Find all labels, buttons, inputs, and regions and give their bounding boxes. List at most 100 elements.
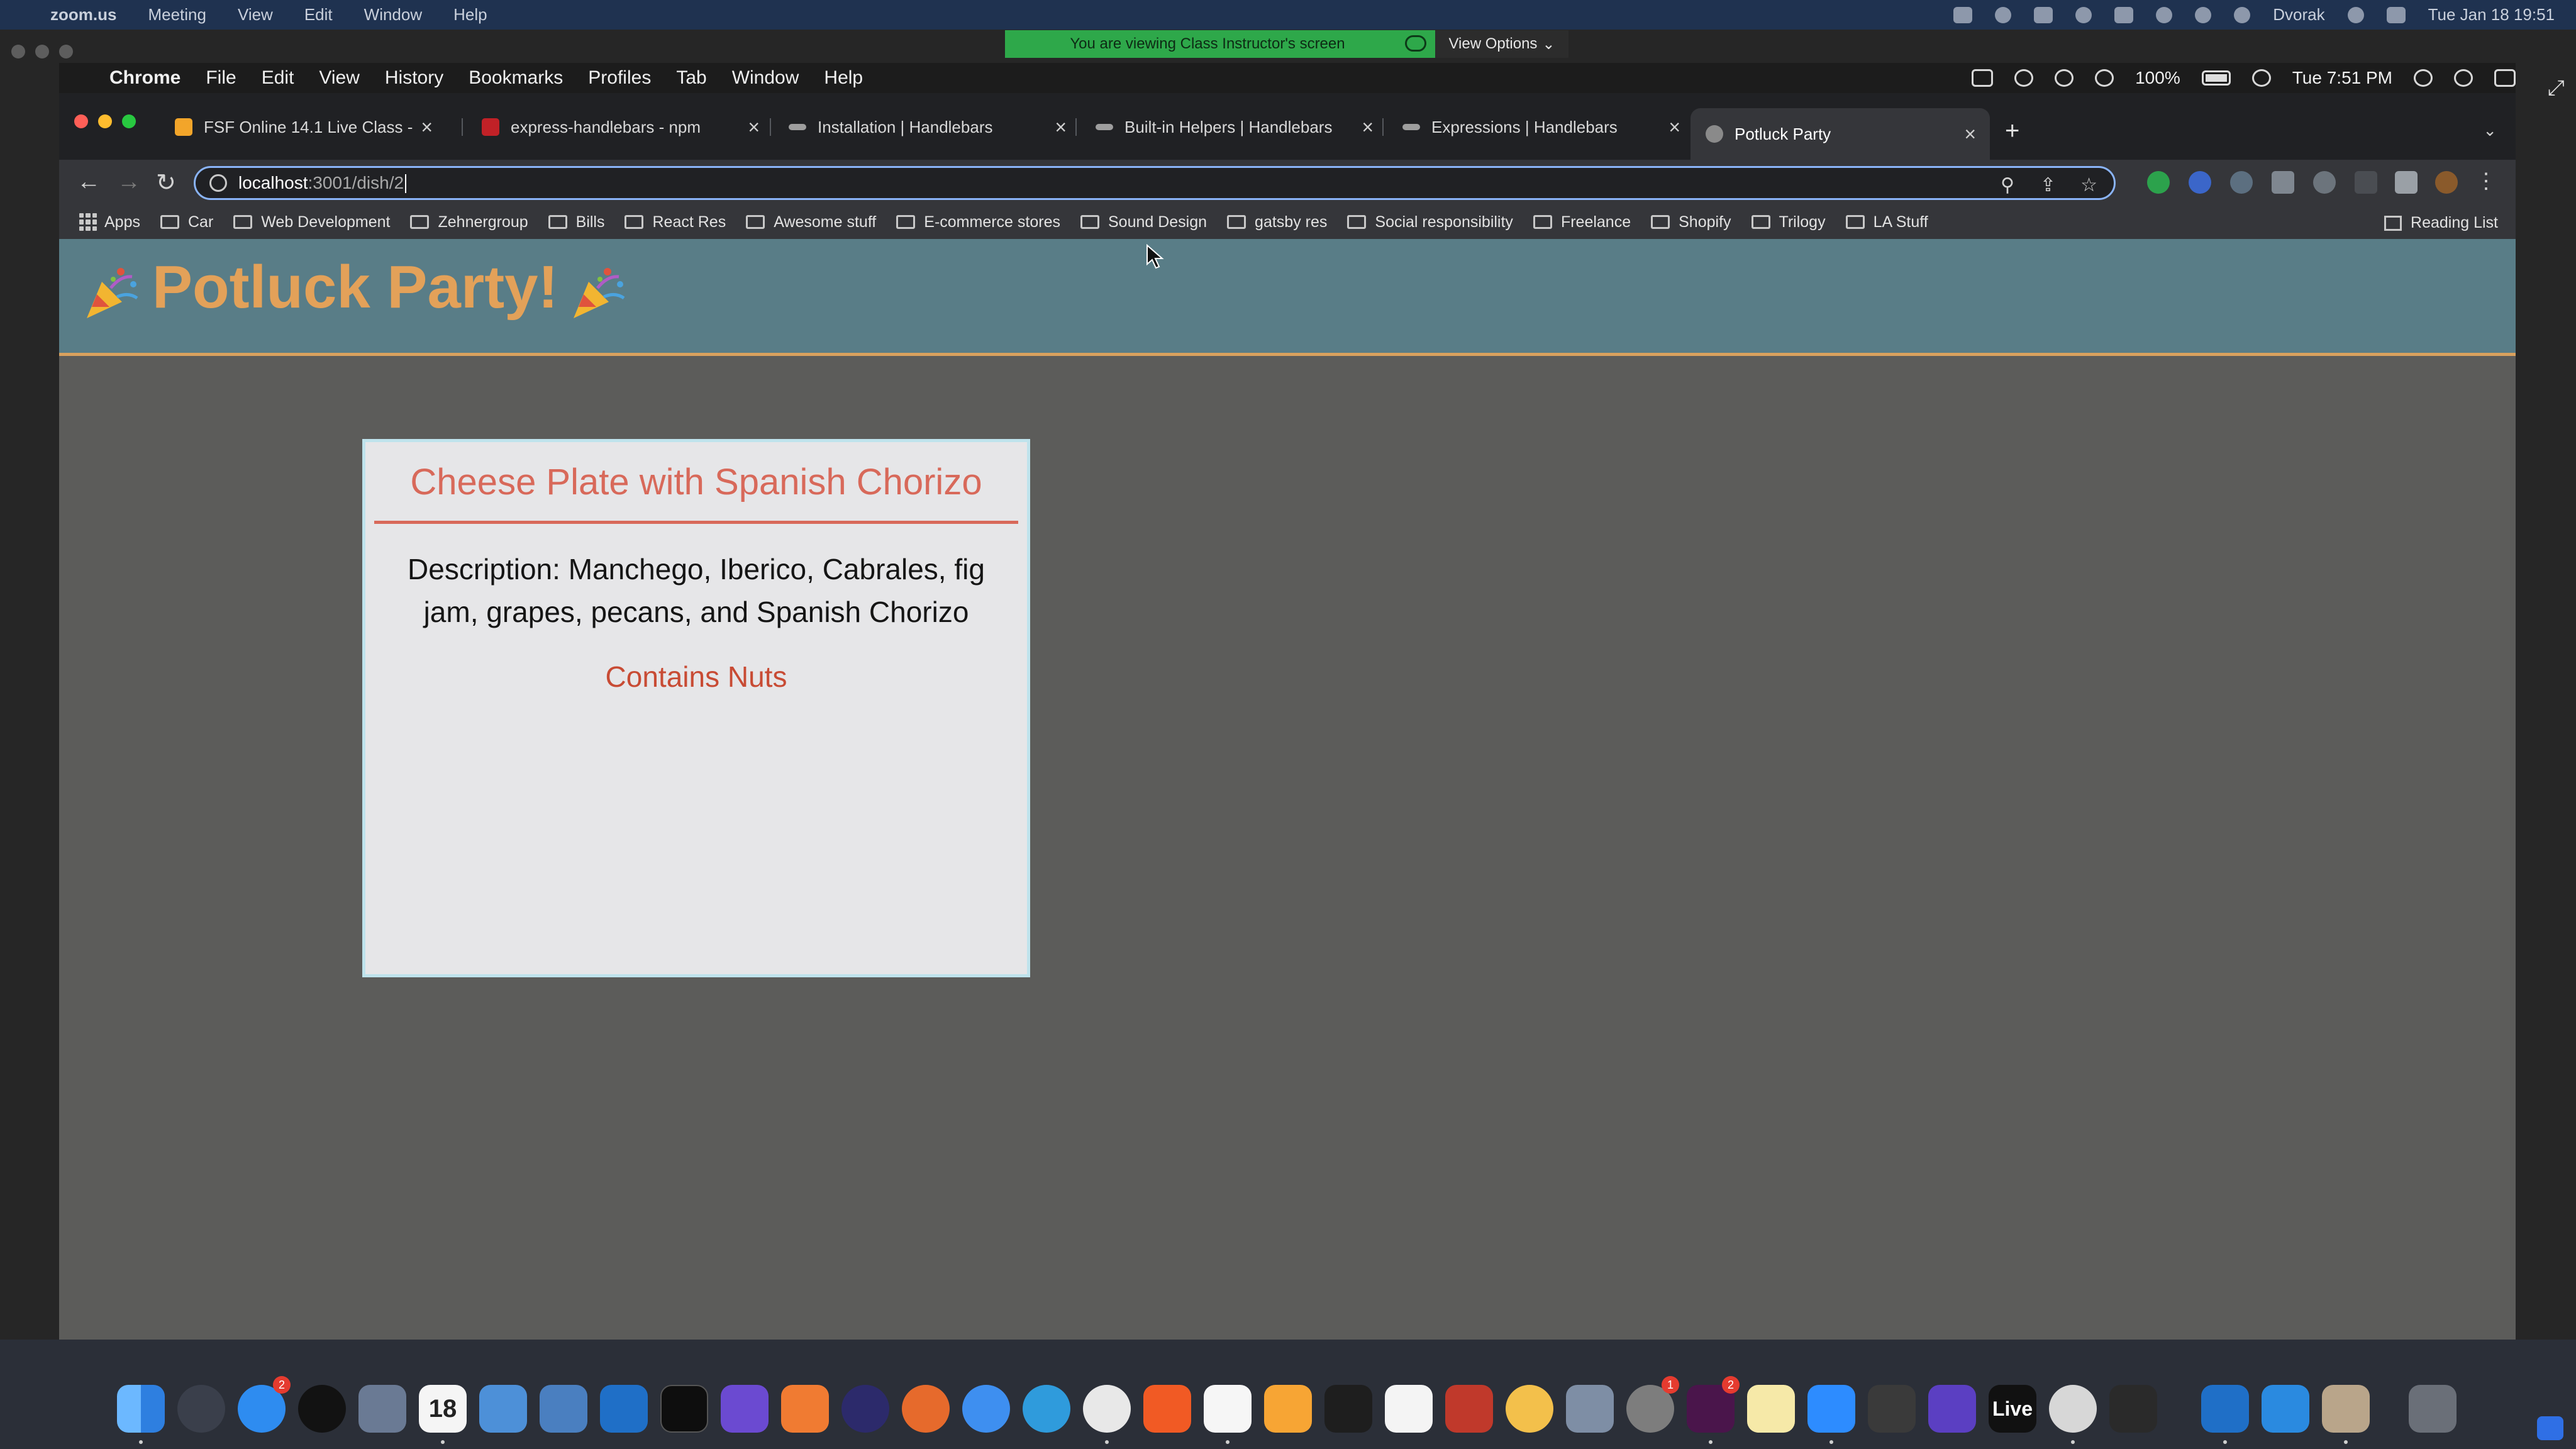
zoom-zoom-button[interactable] bbox=[59, 45, 73, 58]
creative-cloud-icon[interactable] bbox=[1995, 6, 2012, 23]
bookmark-folder[interactable]: Social responsibility bbox=[1347, 213, 1513, 231]
zoom-app-menu[interactable]: zoom.us bbox=[50, 5, 116, 25]
battery-icon[interactable] bbox=[2201, 70, 2231, 86]
zoom-icon[interactable] bbox=[1807, 1385, 1855, 1433]
tab-builtin-helpers[interactable]: Built-in Helpers | Handlebars × bbox=[1080, 108, 1387, 146]
extension-icon[interactable] bbox=[2189, 171, 2211, 194]
audio-icon[interactable] bbox=[2049, 1385, 2097, 1433]
spotlight-icon[interactable] bbox=[2414, 69, 2433, 87]
notion-icon[interactable] bbox=[1204, 1385, 1252, 1433]
extension-icon[interactable] bbox=[2272, 171, 2294, 194]
bookmark-star-icon[interactable]: ☆ bbox=[2080, 174, 2097, 196]
forward-arrow-icon[interactable]: → bbox=[117, 169, 141, 196]
finder-icon[interactable] bbox=[117, 1385, 165, 1433]
time-machine-icon[interactable] bbox=[2014, 69, 2034, 87]
brave-icon[interactable] bbox=[1143, 1385, 1191, 1433]
github-desktop-icon[interactable] bbox=[721, 1385, 769, 1433]
preview-icon[interactable] bbox=[358, 1385, 406, 1433]
firefox-developer-icon[interactable] bbox=[841, 1385, 889, 1433]
close-tab-icon[interactable]: × bbox=[421, 116, 433, 139]
notification-center-icon[interactable] bbox=[2494, 69, 2516, 87]
mixer-icon[interactable] bbox=[2109, 1385, 2157, 1433]
firefox-icon[interactable] bbox=[902, 1385, 950, 1433]
tab-expressions-handlebars[interactable]: Expressions | Handlebars × bbox=[1387, 108, 1694, 146]
launchpad-icon[interactable] bbox=[177, 1385, 225, 1433]
zoom-menu-window[interactable]: Window bbox=[364, 5, 422, 25]
chrome-minimize-button[interactable] bbox=[98, 114, 112, 128]
ableton-live-icon[interactable]: Live bbox=[1989, 1385, 2036, 1433]
edge-icon[interactable] bbox=[1023, 1385, 1070, 1433]
profile-avatar[interactable] bbox=[2435, 171, 2458, 194]
photo-booth-icon[interactable] bbox=[1445, 1385, 1493, 1433]
close-tab-icon[interactable]: × bbox=[1055, 116, 1067, 139]
figma-icon[interactable] bbox=[1324, 1385, 1372, 1433]
spotlight-icon[interactable] bbox=[2234, 6, 2251, 23]
volume-icon[interactable] bbox=[2347, 6, 2364, 23]
volume-icon[interactable] bbox=[2251, 69, 2271, 87]
site-info-icon[interactable] bbox=[209, 174, 227, 192]
chrome-zoom-button[interactable] bbox=[122, 114, 136, 128]
new-tab-button[interactable]: + bbox=[2005, 117, 2019, 145]
grammarly-extension-icon[interactable] bbox=[2147, 171, 2170, 194]
zoom-menu-view[interactable]: View bbox=[238, 5, 273, 25]
vscode-icon[interactable] bbox=[2201, 1385, 2249, 1433]
bluetooth-icon[interactable] bbox=[2156, 6, 2173, 23]
zoom-menu-meeting[interactable]: Meeting bbox=[148, 5, 206, 25]
menu-file[interactable]: File bbox=[206, 67, 236, 89]
menu-help[interactable]: Help bbox=[824, 67, 863, 89]
archive-icon[interactable] bbox=[2322, 1385, 2370, 1433]
wifi-icon[interactable] bbox=[2055, 69, 2074, 87]
bookmark-folder[interactable]: Zehnergroup bbox=[410, 213, 528, 231]
terminal-icon[interactable] bbox=[660, 1385, 708, 1433]
zoom-close-button[interactable] bbox=[11, 45, 25, 58]
vscode-insiders-icon[interactable] bbox=[2262, 1385, 2309, 1433]
menu-profiles[interactable]: Profiles bbox=[588, 67, 651, 89]
close-tab-icon[interactable]: × bbox=[1362, 116, 1374, 139]
chrome-icon[interactable] bbox=[1083, 1385, 1131, 1433]
zoom-menubar-clock[interactable]: Tue Jan 18 19:51 bbox=[2428, 5, 2555, 25]
extension-icon[interactable] bbox=[2313, 171, 2336, 194]
bookmark-folder[interactable]: gatsby res bbox=[1227, 213, 1327, 231]
menu-tab[interactable]: Tab bbox=[676, 67, 706, 89]
zoom-minimize-button[interactable] bbox=[35, 45, 49, 58]
spark-icon[interactable] bbox=[1928, 1385, 1976, 1433]
bookmark-folder[interactable]: Shopify bbox=[1651, 213, 1731, 231]
zoom-magnifier-icon[interactable]: ⚲ bbox=[2001, 174, 2014, 196]
trash-icon[interactable] bbox=[2409, 1385, 2457, 1433]
menu-bookmarks[interactable]: Bookmarks bbox=[469, 67, 563, 89]
image-capture-icon[interactable] bbox=[1566, 1385, 1614, 1433]
wifi-icon[interactable] bbox=[2195, 6, 2212, 23]
dropbox-icon[interactable] bbox=[2034, 6, 2053, 23]
address-bar[interactable]: localhost:3001/dish/2 ⚲ ⇪ ☆ bbox=[194, 166, 2116, 200]
bookmark-folder[interactable]: React Res bbox=[625, 213, 726, 231]
tab-search-chevron-icon[interactable]: ⌄ bbox=[2483, 121, 2497, 140]
sourcetree-icon[interactable] bbox=[1264, 1385, 1312, 1433]
tab-fsf-live-class[interactable]: FSF Online 14.1 Live Class - Go × bbox=[160, 108, 447, 146]
share-icon[interactable]: ⇪ bbox=[2040, 174, 2056, 196]
chrome-menubar-clock[interactable]: Tue 7:51 PM bbox=[2292, 68, 2392, 88]
bluetooth-icon[interactable] bbox=[2095, 69, 2114, 87]
menu-view[interactable]: View bbox=[319, 67, 359, 89]
reload-icon[interactable]: ↻ bbox=[156, 169, 176, 197]
chrome-app-menu[interactable]: Chrome bbox=[109, 67, 180, 89]
davinci-resolve-icon[interactable] bbox=[298, 1385, 346, 1433]
fullscreen-icon[interactable]: ⤢ bbox=[2548, 76, 2565, 101]
safari-icon[interactable] bbox=[962, 1385, 1010, 1433]
menu-edit[interactable]: Edit bbox=[262, 67, 294, 89]
kebab-menu-icon[interactable]: ⋮ bbox=[2475, 169, 2497, 194]
photos-icon[interactable] bbox=[1506, 1385, 1553, 1433]
sequel-icon[interactable] bbox=[1868, 1385, 1916, 1433]
vscode-icon[interactable] bbox=[600, 1385, 648, 1433]
input-source-label[interactable]: Dvorak bbox=[2273, 5, 2324, 25]
bookmark-folder[interactable]: Freelance bbox=[1533, 213, 1631, 231]
react-devtools-icon[interactable] bbox=[2230, 171, 2253, 194]
clickup-icon[interactable] bbox=[1385, 1385, 1433, 1433]
siri-icon[interactable] bbox=[2454, 69, 2473, 87]
extension-icon[interactable] bbox=[2355, 171, 2377, 194]
reading-list-button[interactable]: Reading List bbox=[2384, 214, 2498, 232]
files-icon[interactable] bbox=[540, 1385, 587, 1433]
url-text[interactable]: localhost:3001/dish/2 bbox=[238, 173, 407, 194]
screen-share-icon[interactable] bbox=[1953, 6, 1973, 23]
tab-express-handlebars[interactable]: express-handlebars - npm × bbox=[467, 108, 774, 146]
time-machine-icon[interactable] bbox=[2075, 6, 2092, 23]
